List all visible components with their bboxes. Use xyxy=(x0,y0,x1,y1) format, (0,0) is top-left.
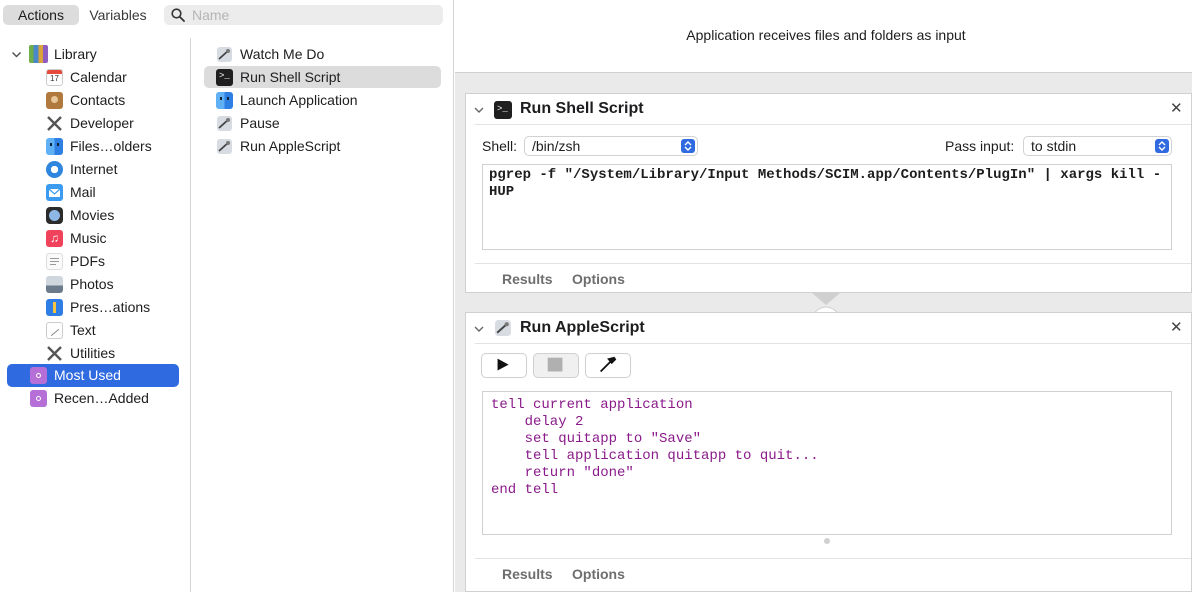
shell-script-editor[interactable]: pgrep -f "/System/Library/Input Methods/… xyxy=(482,164,1172,250)
action-launch-application[interactable]: Launch Application xyxy=(204,89,441,111)
action-watch-me-do[interactable]: Watch Me Do xyxy=(204,43,441,65)
results-tab[interactable]: Results xyxy=(502,566,553,582)
terminal-icon: >_ xyxy=(216,69,233,86)
utilities-icon xyxy=(47,346,62,361)
category-photos[interactable]: Photos xyxy=(46,273,186,295)
divider xyxy=(475,124,1191,125)
finder-icon xyxy=(216,92,233,109)
divider xyxy=(475,343,1191,344)
smart-group-most-used[interactable]: Most Used xyxy=(7,364,179,387)
category-mail[interactable]: Mail xyxy=(46,181,186,203)
workflow-input-description: Application receives files and folders a… xyxy=(686,27,966,43)
automator-icon xyxy=(495,320,511,336)
action-run-shell-script[interactable]: >_ Run Shell Script xyxy=(204,66,441,88)
library-pane: Actions Variables Library 17 Calendar xyxy=(0,0,454,592)
category-internet[interactable]: Internet xyxy=(46,158,186,180)
library-toolbar: Actions Variables xyxy=(0,0,453,30)
pass-input-value: to stdin xyxy=(1031,138,1077,154)
divider xyxy=(475,263,1191,264)
run-button[interactable] xyxy=(481,353,527,378)
shell-select[interactable]: /bin/zsh xyxy=(524,136,698,156)
library-icon xyxy=(29,45,48,63)
applescript-editor[interactable]: tell current application delay 2 set qui… xyxy=(482,391,1172,535)
pdf-icon xyxy=(46,253,63,270)
action-connector xyxy=(812,293,840,313)
action-pause[interactable]: Pause xyxy=(204,112,441,134)
chevron-updown-icon xyxy=(681,139,695,153)
internet-icon xyxy=(46,161,63,178)
workflow-header: Application receives files and folders a… xyxy=(455,0,1192,73)
smart-folder-icon xyxy=(30,390,47,407)
search-field[interactable] xyxy=(164,5,443,25)
play-icon xyxy=(497,358,509,371)
hammer-icon xyxy=(599,356,617,373)
variables-tab[interactable]: Variables xyxy=(80,5,156,25)
music-icon: ♫ xyxy=(46,230,63,247)
workflow-pane: Application receives files and folders a… xyxy=(455,0,1192,592)
category-movies[interactable]: Movies xyxy=(46,204,186,226)
mail-icon xyxy=(46,184,63,201)
photos-icon xyxy=(46,276,63,293)
options-tab[interactable]: Options xyxy=(572,271,625,287)
stop-icon xyxy=(547,357,563,372)
resize-handle[interactable] xyxy=(824,538,830,544)
action-list: Watch Me Do >_ Run Shell Script Launch A… xyxy=(192,38,453,592)
category-text[interactable]: Text xyxy=(46,319,186,341)
category-pdfs[interactable]: PDFs xyxy=(46,250,186,272)
category-files-folders[interactable]: Files…olders xyxy=(46,135,186,157)
close-icon[interactable]: ✕ xyxy=(1170,101,1183,116)
smart-folder-icon xyxy=(30,367,47,384)
text-icon xyxy=(46,322,63,339)
shell-label: Shell: xyxy=(482,138,518,154)
close-icon[interactable]: ✕ xyxy=(1170,320,1183,335)
smart-group-recently-added[interactable]: Recen…Added xyxy=(7,387,179,409)
category-utilities[interactable]: Utilities xyxy=(46,342,186,364)
shell-script-card: >_ Run Shell Script ✕ Shell: /bin/zsh Pa… xyxy=(465,93,1192,293)
keynote-icon xyxy=(46,299,63,316)
automator-icon xyxy=(217,139,232,154)
collapse-chevron-icon[interactable] xyxy=(474,105,484,115)
shell-value: /bin/zsh xyxy=(532,138,581,154)
search-icon xyxy=(171,8,185,22)
contacts-icon xyxy=(46,92,63,109)
results-tab[interactable]: Results xyxy=(502,271,553,287)
category-developer[interactable]: Developer xyxy=(46,112,186,134)
stop-button[interactable] xyxy=(533,353,579,378)
chevron-down-icon[interactable] xyxy=(11,49,22,60)
actions-tab[interactable]: Actions xyxy=(3,5,79,25)
category-list: Library 17 Calendar Contacts Developer F… xyxy=(0,38,191,592)
finder-icon xyxy=(46,138,63,155)
chevron-updown-icon xyxy=(1155,139,1169,153)
card-title: Run AppleScript xyxy=(520,319,645,336)
category-calendar[interactable]: 17 Calendar xyxy=(46,66,186,88)
calendar-icon: 17 xyxy=(46,69,63,86)
automator-icon xyxy=(217,116,232,131)
search-input[interactable] xyxy=(192,5,437,25)
automator-icon xyxy=(217,47,232,62)
collapse-chevron-icon[interactable] xyxy=(474,324,484,334)
library-label: Library xyxy=(54,46,97,62)
action-run-applescript[interactable]: Run AppleScript xyxy=(204,135,441,157)
category-contacts[interactable]: Contacts xyxy=(46,89,186,111)
options-tab[interactable]: Options xyxy=(572,566,625,582)
compile-button[interactable] xyxy=(585,353,631,378)
category-presentations[interactable]: Pres…ations xyxy=(46,296,186,318)
movies-icon xyxy=(46,207,63,224)
pass-input-select[interactable]: to stdin xyxy=(1023,136,1172,156)
applescript-card: Run AppleScript ✕ tell current applicati… xyxy=(465,312,1192,592)
library-root[interactable]: Library xyxy=(0,43,190,65)
category-music[interactable]: ♫ Music xyxy=(46,227,186,249)
developer-icon xyxy=(47,116,62,131)
pass-input-label: Pass input: xyxy=(945,138,1015,154)
divider xyxy=(475,558,1191,559)
card-title: Run Shell Script xyxy=(520,100,644,117)
terminal-icon: >_ xyxy=(494,101,512,119)
